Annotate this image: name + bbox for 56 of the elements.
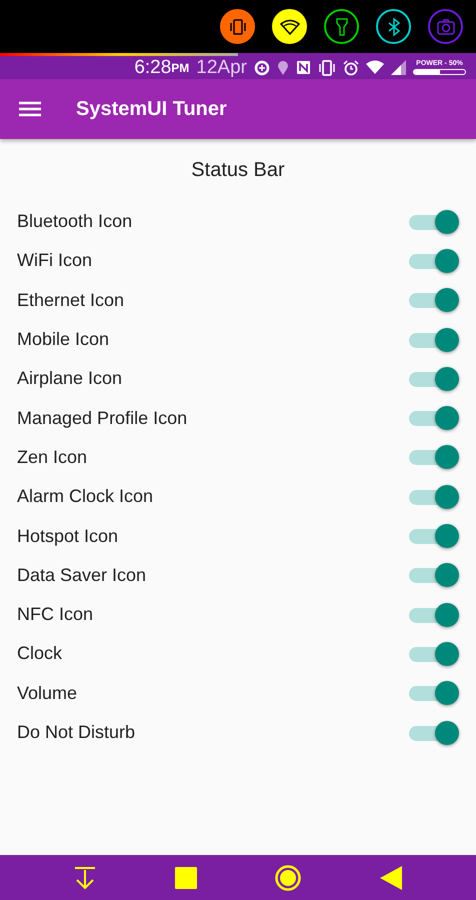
toggle-switch[interactable] [407, 248, 459, 274]
location-icon [277, 60, 289, 76]
nfc-icon [296, 60, 311, 75]
status-date: 12Apr [196, 56, 247, 78]
setting-label: Do Not Disturb [17, 722, 136, 743]
camera-icon [436, 16, 456, 36]
vibrate-icon [318, 60, 336, 76]
toggle-switch[interactable] [407, 208, 459, 235]
toggle-switch[interactable] [407, 326, 459, 353]
quick-toggle[interactable] [376, 9, 411, 44]
toggle-switch[interactable] [407, 680, 459, 706]
pull-down-button[interactable] [74, 866, 96, 890]
vibrate-icon [228, 16, 248, 36]
alarm-clock-icon [343, 60, 359, 76]
toggle-switch[interactable] [407, 602, 459, 628]
data-saver-icon [254, 60, 270, 76]
setting-label: Zen Icon [17, 446, 88, 468]
toggle-switch[interactable] [407, 484, 459, 510]
setting-label: Airplane Icon [17, 368, 122, 390]
app-title: SystemUI Tuner [76, 98, 227, 120]
signal-icon [391, 60, 406, 75]
setting-label: Volume [17, 682, 78, 704]
wifi-icon [366, 60, 384, 75]
setting-label: NFC Icon [17, 604, 94, 626]
toggle-switch[interactable] [407, 523, 459, 550]
toggle-switch[interactable] [407, 720, 459, 746]
toggle-switch[interactable] [407, 366, 459, 392]
setting-label: Alarm Clock Icon [17, 486, 154, 508]
setting-label: Clock [17, 643, 62, 664]
menu-icon [19, 101, 41, 117]
home-button[interactable] [275, 864, 302, 890]
setting-label: WiFi Icon [17, 250, 92, 272]
quick-toggle[interactable] [220, 9, 255, 44]
setting-label: Mobile Icon [17, 329, 110, 350]
down-arrow-icon [74, 866, 96, 890]
toggle-switch[interactable] [407, 287, 459, 314]
quick-toggle[interactable] [428, 9, 463, 44]
toggle-switch[interactable] [407, 640, 459, 667]
section-title: Status Bar [190, 159, 286, 183]
setting-label: Data Saver Icon [17, 564, 146, 586]
home-circle-icon [275, 864, 302, 890]
toggle-switch[interactable] [407, 444, 459, 470]
status-ampm: PM [171, 60, 190, 74]
quick-toggle[interactable] [324, 9, 359, 44]
menu-button[interactable] [19, 101, 41, 117]
back-triangle-icon [380, 866, 402, 890]
toggle-switch[interactable] [407, 562, 459, 588]
status-time: 6:28 [134, 56, 172, 78]
setting-label: Ethernet Icon [17, 290, 124, 311]
setting-label: Bluetooth Icon [17, 211, 132, 232]
recents-button[interactable] [174, 866, 197, 888]
toggle-switch[interactable] [407, 405, 459, 432]
setting-label: Hotspot Icon [17, 526, 118, 547]
back-button[interactable] [380, 866, 402, 890]
square-icon [174, 866, 197, 888]
setting-label: Managed Profile Icon [17, 408, 188, 429]
